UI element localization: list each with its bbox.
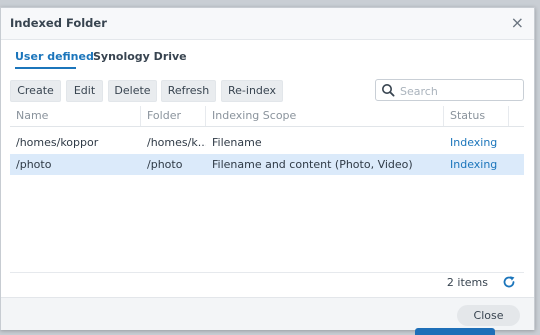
tab-user-defined[interactable]: User defined xyxy=(15,50,94,63)
item-count: 2 items xyxy=(446,276,488,289)
tab-bar: User defined Synology Drive xyxy=(1,41,534,71)
close-icon[interactable]: × xyxy=(511,13,524,32)
search-box[interactable] xyxy=(375,79,524,101)
column-header-folder[interactable]: Folder xyxy=(141,106,206,126)
grid-footer: 2 items xyxy=(10,271,524,293)
dialog-title: Indexed Folder xyxy=(10,16,107,30)
indexed-folder-dialog: Indexed Folder × User defined Synology D… xyxy=(0,7,535,330)
column-header-status[interactable]: Status xyxy=(444,106,509,126)
search-input[interactable] xyxy=(398,82,520,100)
tab-synology-drive[interactable]: Synology Drive xyxy=(93,50,187,63)
active-tab-indicator xyxy=(15,67,76,69)
background-button-fragment xyxy=(415,328,495,335)
create-button[interactable]: Create xyxy=(10,80,61,102)
cell-folder: /homes/k... xyxy=(147,136,206,149)
delete-button[interactable]: Delete xyxy=(108,80,157,102)
column-header-indexing-scope[interactable]: Indexing Scope xyxy=(206,106,444,126)
dialog-footer: Close xyxy=(1,297,534,330)
cell-status: Indexing xyxy=(450,158,498,171)
cell-indexing-scope: Filename and content (Photo, Video) xyxy=(212,158,413,171)
table-row-selected[interactable]: /photo /photo Filename and content (Phot… xyxy=(10,154,524,175)
search-icon xyxy=(382,84,395,97)
indexed-folder-grid: Name Folder Indexing Scope Status /homes… xyxy=(10,106,524,273)
cell-status: Indexing xyxy=(450,136,498,149)
reindex-button[interactable]: Re-index xyxy=(221,80,283,102)
table-row[interactable]: /homes/koppor /homes/k... Filename Index… xyxy=(10,132,524,153)
column-header-name[interactable]: Name xyxy=(10,106,141,126)
cell-name: /photo xyxy=(16,158,52,171)
edit-button[interactable]: Edit xyxy=(66,80,103,102)
grid-header: Name Folder Indexing Scope Status xyxy=(10,106,524,127)
refresh-icon[interactable] xyxy=(502,275,516,289)
close-button[interactable]: Close xyxy=(457,305,520,326)
refresh-button[interactable]: Refresh xyxy=(161,80,216,102)
cell-indexing-scope: Filename xyxy=(212,136,262,149)
cell-folder: /photo xyxy=(147,158,183,171)
cell-name: /homes/koppor xyxy=(16,136,99,149)
dialog-header: Indexed Folder × xyxy=(1,8,534,40)
